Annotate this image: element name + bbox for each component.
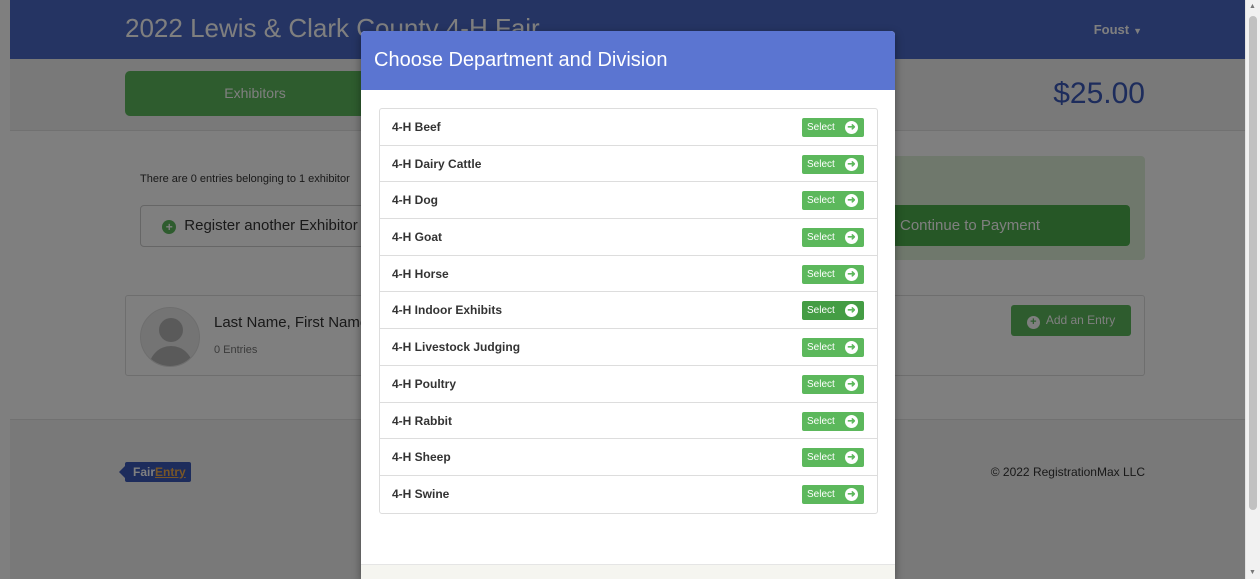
- arrow-right-icon: ➜: [845, 231, 858, 245]
- department-modal: Choose Department and Division 4-H Beef S…: [361, 31, 895, 579]
- department-label: 4-H Swine: [392, 486, 450, 501]
- select-label: Select: [807, 342, 835, 354]
- select-label: Select: [807, 122, 835, 133]
- scrollbar[interactable]: ▲ ▼: [1245, 0, 1260, 579]
- arrow-right-icon: ➜: [845, 304, 858, 318]
- select-label: Select: [807, 305, 835, 317]
- arrow-right-icon: ➜: [845, 414, 858, 428]
- department-row: 4-H Sheep Select ➜: [380, 439, 877, 476]
- select-button[interactable]: Select ➜: [802, 448, 864, 468]
- select-button[interactable]: Select ➜: [802, 154, 864, 174]
- department-label: 4-H Poultry: [392, 376, 457, 391]
- select-button[interactable]: Select ➜: [802, 301, 864, 321]
- select-label: Select: [807, 415, 835, 427]
- department-label: 4-H Livestock Judging: [392, 340, 521, 355]
- department-row: 4-H Goat Select ➜: [380, 219, 877, 256]
- select-button[interactable]: Select ➜: [802, 191, 864, 211]
- select-button[interactable]: Select ➜: [802, 338, 864, 358]
- arrow-right-icon: ➜: [845, 157, 858, 171]
- department-label: 4-H Dog: [392, 193, 438, 208]
- department-label: 4-H Dairy Cattle: [392, 156, 482, 171]
- modal-title: Choose Department and Division: [361, 31, 895, 90]
- modal-footer: [361, 564, 895, 579]
- select-button[interactable]: Select ➜: [802, 228, 864, 248]
- select-button[interactable]: Select ➜: [802, 484, 864, 504]
- select-button[interactable]: Select ➜: [802, 118, 864, 137]
- department-label: 4-H Sheep: [392, 450, 451, 465]
- scroll-thumb[interactable]: [1249, 16, 1257, 510]
- select-label: Select: [807, 232, 835, 244]
- department-row: 4-H Livestock Judging Select ➜: [380, 329, 877, 366]
- department-row: 4-H Dairy Cattle Select ➜: [380, 146, 877, 183]
- department-label: 4-H Rabbit: [392, 413, 452, 428]
- select-button[interactable]: Select ➜: [802, 374, 864, 394]
- select-label: Select: [807, 195, 835, 207]
- scroll-up-icon[interactable]: ▲: [1249, 3, 1256, 10]
- department-row: 4-H Swine Select ➜: [380, 476, 877, 513]
- department-list: 4-H Beef Select ➜ 4-H Dairy Cattle Select ➜ 4-…: [379, 108, 878, 514]
- department-row: 4-H Horse Select ➜: [380, 256, 877, 293]
- arrow-right-icon: ➜: [845, 451, 858, 465]
- arrow-right-icon: ➜: [845, 121, 858, 134]
- select-button[interactable]: Select ➜: [802, 411, 864, 431]
- select-label: Select: [807, 268, 835, 280]
- scroll-down-icon[interactable]: ▼: [1249, 569, 1256, 576]
- department-label: 4-H Horse: [392, 266, 449, 281]
- select-label: Select: [807, 378, 835, 390]
- department-row: 4-H Indoor Exhibits Select ➜: [380, 292, 877, 330]
- department-row: 4-H Dog Select ➜: [380, 182, 877, 220]
- select-label: Select: [807, 488, 835, 500]
- arrow-right-icon: ➜: [845, 377, 858, 391]
- department-label: 4-H Goat: [392, 230, 443, 245]
- arrow-right-icon: ➜: [845, 194, 858, 208]
- department-row: 4-H Rabbit Select ➜: [380, 403, 877, 440]
- department-row: 4-H Beef Select ➜: [380, 109, 877, 146]
- select-label: Select: [807, 158, 835, 170]
- select-label: Select: [807, 452, 835, 464]
- arrow-right-icon: ➜: [845, 267, 858, 281]
- arrow-right-icon: ➜: [845, 487, 858, 501]
- department-row: 4-H Poultry Select ➜: [380, 366, 877, 403]
- department-label: 4-H Beef: [392, 120, 441, 134]
- arrow-right-icon: ➜: [845, 341, 858, 355]
- select-button[interactable]: Select ➜: [802, 264, 864, 284]
- department-label: 4-H Indoor Exhibits: [392, 303, 503, 318]
